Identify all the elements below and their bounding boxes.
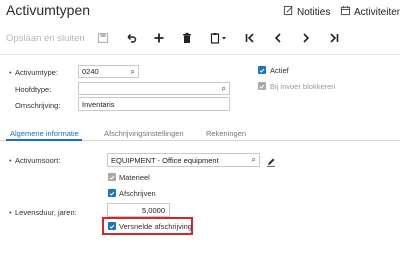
add-icon[interactable]	[152, 31, 166, 45]
notes-icon	[283, 5, 294, 19]
asset-class-field[interactable]: EQUIPMENT - Office equipment ⌕	[107, 153, 260, 167]
notes-label: Notities	[297, 6, 331, 18]
search-icon[interactable]: ⌕	[131, 67, 135, 77]
asset-type-value: 0240	[82, 67, 99, 76]
edit-icon[interactable]	[266, 154, 276, 167]
search-icon[interactable]: ⌕	[252, 155, 256, 165]
description-label: Omschrijving:	[15, 101, 61, 110]
active-tab-indicator	[6, 139, 82, 141]
asset-type-label: Activumtype:	[9, 68, 58, 77]
toolbar-divider	[0, 54, 400, 55]
depreciate-checkbox[interactable]	[108, 189, 116, 197]
accelerated-depreciation-checkbox[interactable]	[108, 222, 116, 230]
page-title: Activumtypen	[6, 2, 91, 18]
useful-life-value: 5,0000	[142, 205, 165, 215]
description-field[interactable]: Inventaris	[78, 97, 230, 111]
notes-button[interactable]: Notities	[283, 5, 330, 19]
useful-life-label: Levensduur, jaren:	[9, 208, 77, 217]
copy-paste-icon[interactable]	[208, 31, 230, 45]
tab-depreciation-settings[interactable]: Afschrijvingsinstellingen	[104, 129, 184, 138]
tangible-checkbox[interactable]	[108, 173, 116, 181]
first-icon[interactable]	[243, 31, 257, 45]
asset-class-value: EQUIPMENT - Office equipment	[111, 155, 219, 165]
block-on-entry-label: Bij invoer blokkeren	[270, 82, 336, 91]
save-icon[interactable]	[96, 31, 110, 45]
active-label: Actief	[270, 66, 289, 75]
previous-icon[interactable]	[271, 31, 285, 45]
activities-button[interactable]: Activiteiten	[340, 5, 400, 19]
asset-type-field[interactable]: 0240 ⌕	[78, 65, 139, 78]
depreciate-label: Afschrijven	[119, 189, 156, 198]
undo-icon[interactable]	[124, 31, 138, 45]
tangible-label: Materieel	[119, 173, 150, 182]
tab-accounts[interactable]: Rekeningen	[206, 129, 246, 138]
last-icon[interactable]	[327, 31, 341, 45]
next-icon[interactable]	[299, 31, 313, 45]
delete-icon[interactable]	[180, 31, 194, 45]
asset-class-label: Activumsoort:	[9, 156, 60, 165]
description-value: Inventaris	[82, 99, 115, 109]
block-on-entry-checkbox[interactable]	[258, 82, 266, 90]
search-icon[interactable]: ⌕	[222, 84, 226, 94]
active-checkbox[interactable]	[258, 66, 266, 74]
tab-general-info[interactable]: Algemene informatie	[10, 129, 79, 138]
accelerated-depreciation-label: Versnelde afschrijving	[119, 222, 192, 231]
calendar-icon	[340, 5, 351, 19]
main-type-field[interactable]: ⌕	[78, 82, 230, 95]
useful-life-field[interactable]: 5,0000	[107, 203, 170, 217]
activities-label: Activiteiten	[354, 6, 400, 18]
save-and-close-button[interactable]: Opslaan en sluiten	[6, 33, 85, 44]
main-type-label: Hoofdtype:	[15, 85, 52, 94]
